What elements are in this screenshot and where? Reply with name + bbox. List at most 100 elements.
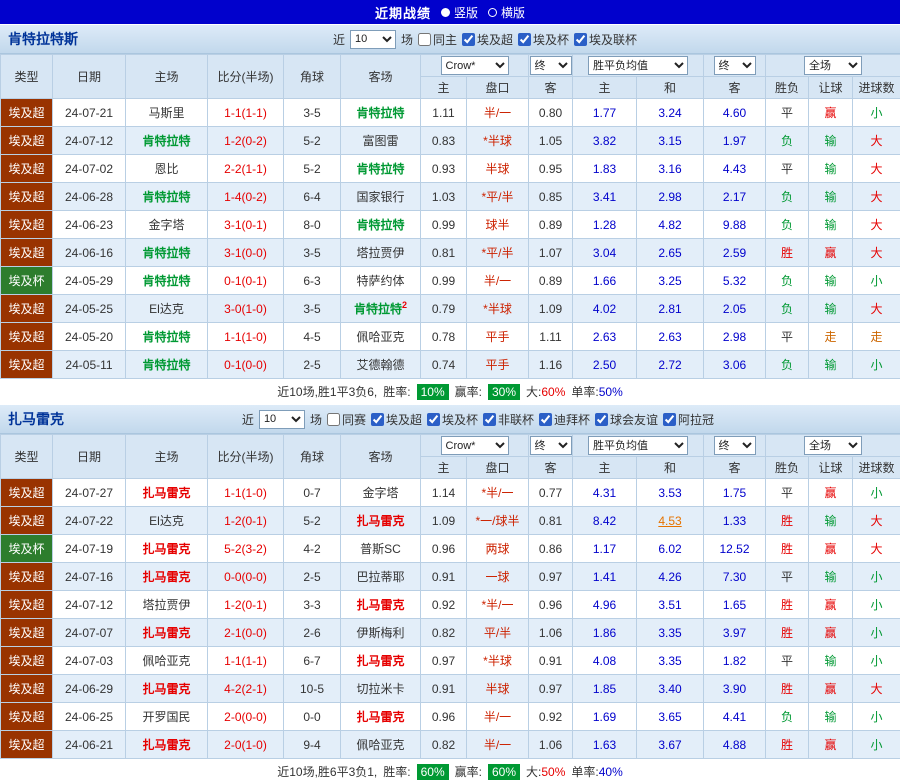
match-count-select[interactable]: 10 [259, 410, 305, 429]
home-team-name[interactable]: 塔拉贾伊 [142, 598, 190, 612]
league-filter-checkbox[interactable]: 埃及杯 [518, 31, 569, 48]
away-team-link[interactable]: 特萨约体 [341, 267, 421, 295]
home-team-link[interactable]: 开罗国民 [126, 703, 208, 731]
home-team-name[interactable]: 肯特拉特 [142, 274, 190, 288]
checkbox-input[interactable] [418, 33, 431, 46]
away-team-link[interactable]: 扎马雷克 [341, 507, 421, 535]
checkbox-input[interactable] [327, 413, 340, 426]
checkbox-input[interactable] [371, 413, 384, 426]
league-filter-checkbox[interactable]: 埃及超 [371, 411, 422, 428]
away-team-link[interactable]: 富图雷 [341, 127, 421, 155]
home-team-name[interactable]: 马斯里 [148, 106, 184, 120]
final-odds-select[interactable]: 终 [530, 436, 572, 455]
home-team-name[interactable]: 扎马雷克 [142, 542, 190, 556]
home-team-link[interactable]: 佩哈亚克 [126, 647, 208, 675]
away-team-link[interactable]: 肯特拉特2 [341, 295, 421, 323]
league-filter-checkbox[interactable]: 球会友谊 [595, 411, 658, 428]
away-team-name[interactable]: 肯特拉特 [356, 162, 404, 176]
same-competition-checkbox[interactable]: 同赛 [327, 411, 366, 428]
home-team-link[interactable]: 扎马雷克 [126, 563, 208, 591]
layout-option-horizontal[interactable]: 横版 [488, 4, 525, 21]
league-filter-checkbox[interactable]: 埃及杯 [427, 411, 478, 428]
final-odds-select[interactable]: 终 [530, 56, 572, 75]
avg-odds-select[interactable]: 胜平负均值 [588, 436, 688, 455]
away-team-name[interactable]: 扎马雷克 [356, 654, 404, 668]
home-team-link[interactable]: 扎马雷克 [126, 731, 208, 759]
home-team-link[interactable]: El达克 [126, 295, 208, 323]
away-team-name[interactable]: 肯特拉特 [356, 106, 404, 120]
away-team-link[interactable]: 普斯SC [341, 535, 421, 563]
avg-odds-select[interactable]: 胜平负均值 [588, 56, 688, 75]
home-team-link[interactable]: El达克 [126, 507, 208, 535]
away-team-link[interactable]: 塔拉贾伊 [341, 239, 421, 267]
checkbox-input[interactable] [595, 413, 608, 426]
away-team-name[interactable]: 特萨约体 [356, 274, 404, 288]
away-team-name[interactable]: 佩哈亚克 [356, 738, 404, 752]
away-team-name[interactable]: 巴拉蒂耶 [356, 570, 404, 584]
home-team-link[interactable]: 恩比 [126, 155, 208, 183]
home-team-name[interactable]: El达克 [149, 514, 184, 528]
away-team-link[interactable]: 肯特拉特 [341, 211, 421, 239]
away-team-link[interactable]: 扎马雷克 [341, 703, 421, 731]
home-team-name[interactable]: 肯特拉特 [142, 190, 190, 204]
away-team-name[interactable]: 佩哈亚克 [356, 330, 404, 344]
away-team-link[interactable]: 切拉米卡 [341, 675, 421, 703]
away-team-name[interactable]: 艾德翰德 [356, 358, 404, 372]
away-team-link[interactable]: 巴拉蒂耶 [341, 563, 421, 591]
away-team-name[interactable]: 普斯SC [360, 542, 401, 556]
league-filter-checkbox[interactable]: 埃及超 [462, 31, 513, 48]
home-team-name[interactable]: 肯特拉特 [142, 246, 190, 260]
league-filter-checkbox[interactable]: 阿拉冠 [663, 411, 714, 428]
away-team-name[interactable]: 金字塔 [362, 486, 398, 500]
home-team-link[interactable]: 肯特拉特 [126, 351, 208, 379]
checkbox-input[interactable] [518, 33, 531, 46]
checkbox-input[interactable] [539, 413, 552, 426]
home-team-link[interactable]: 扎马雷克 [126, 535, 208, 563]
away-team-name[interactable]: 扎马雷克 [356, 514, 404, 528]
home-team-name[interactable]: 恩比 [154, 162, 178, 176]
home-team-name[interactable]: 扎马雷克 [142, 570, 190, 584]
odds-company-select[interactable]: Crow* [441, 56, 509, 75]
away-team-link[interactable]: 艾德翰德 [341, 351, 421, 379]
home-team-name[interactable]: 肯特拉特 [142, 330, 190, 344]
final-odds-select2[interactable]: 终 [714, 56, 756, 75]
home-team-link[interactable]: 肯特拉特 [126, 323, 208, 351]
scope-select[interactable]: 全场 [804, 436, 862, 455]
home-team-link[interactable]: 肯特拉特 [126, 183, 208, 211]
away-team-link[interactable]: 扎马雷克 [341, 591, 421, 619]
away-team-link[interactable]: 肯特拉特 [341, 99, 421, 127]
away-team-name[interactable]: 扎马雷克 [356, 710, 404, 724]
checkbox-input[interactable] [462, 33, 475, 46]
away-team-name[interactable]: 伊斯梅利 [356, 626, 404, 640]
away-team-link[interactable]: 伊斯梅利 [341, 619, 421, 647]
home-team-link[interactable]: 肯特拉特 [126, 239, 208, 267]
checkbox-input[interactable] [427, 413, 440, 426]
home-team-name[interactable]: 扎马雷克 [142, 626, 190, 640]
home-team-link[interactable]: 马斯里 [126, 99, 208, 127]
home-team-name[interactable]: El达克 [149, 302, 184, 316]
away-team-link[interactable]: 佩哈亚克 [341, 731, 421, 759]
home-team-link[interactable]: 肯特拉特 [126, 127, 208, 155]
away-team-name[interactable]: 切拉米卡 [356, 682, 404, 696]
away-team-link[interactable]: 国家银行 [341, 183, 421, 211]
home-team-link[interactable]: 塔拉贾伊 [126, 591, 208, 619]
scope-select[interactable]: 全场 [804, 56, 862, 75]
checkbox-input[interactable] [574, 33, 587, 46]
home-team-link[interactable]: 扎马雷克 [126, 619, 208, 647]
final-odds-select2[interactable]: 终 [714, 436, 756, 455]
layout-option-vertical[interactable]: 竖版 [441, 4, 478, 21]
away-team-name[interactable]: 塔拉贾伊 [356, 246, 404, 260]
league-filter-checkbox[interactable]: 非联杯 [483, 411, 534, 428]
away-team-name[interactable]: 富图雷 [362, 134, 398, 148]
home-team-link[interactable]: 肯特拉特 [126, 267, 208, 295]
home-team-name[interactable]: 扎马雷克 [142, 738, 190, 752]
home-team-name[interactable]: 扎马雷克 [142, 682, 190, 696]
home-team-name[interactable]: 金字塔 [148, 218, 184, 232]
away-team-link[interactable]: 扎马雷克 [341, 647, 421, 675]
home-team-name[interactable]: 开罗国民 [142, 710, 190, 724]
away-team-name[interactable]: 国家银行 [356, 190, 404, 204]
away-team-link[interactable]: 肯特拉特 [341, 155, 421, 183]
home-team-link[interactable]: 扎马雷克 [126, 675, 208, 703]
away-team-link[interactable]: 佩哈亚克 [341, 323, 421, 351]
league-filter-checkbox[interactable]: 埃及联杯 [574, 31, 637, 48]
